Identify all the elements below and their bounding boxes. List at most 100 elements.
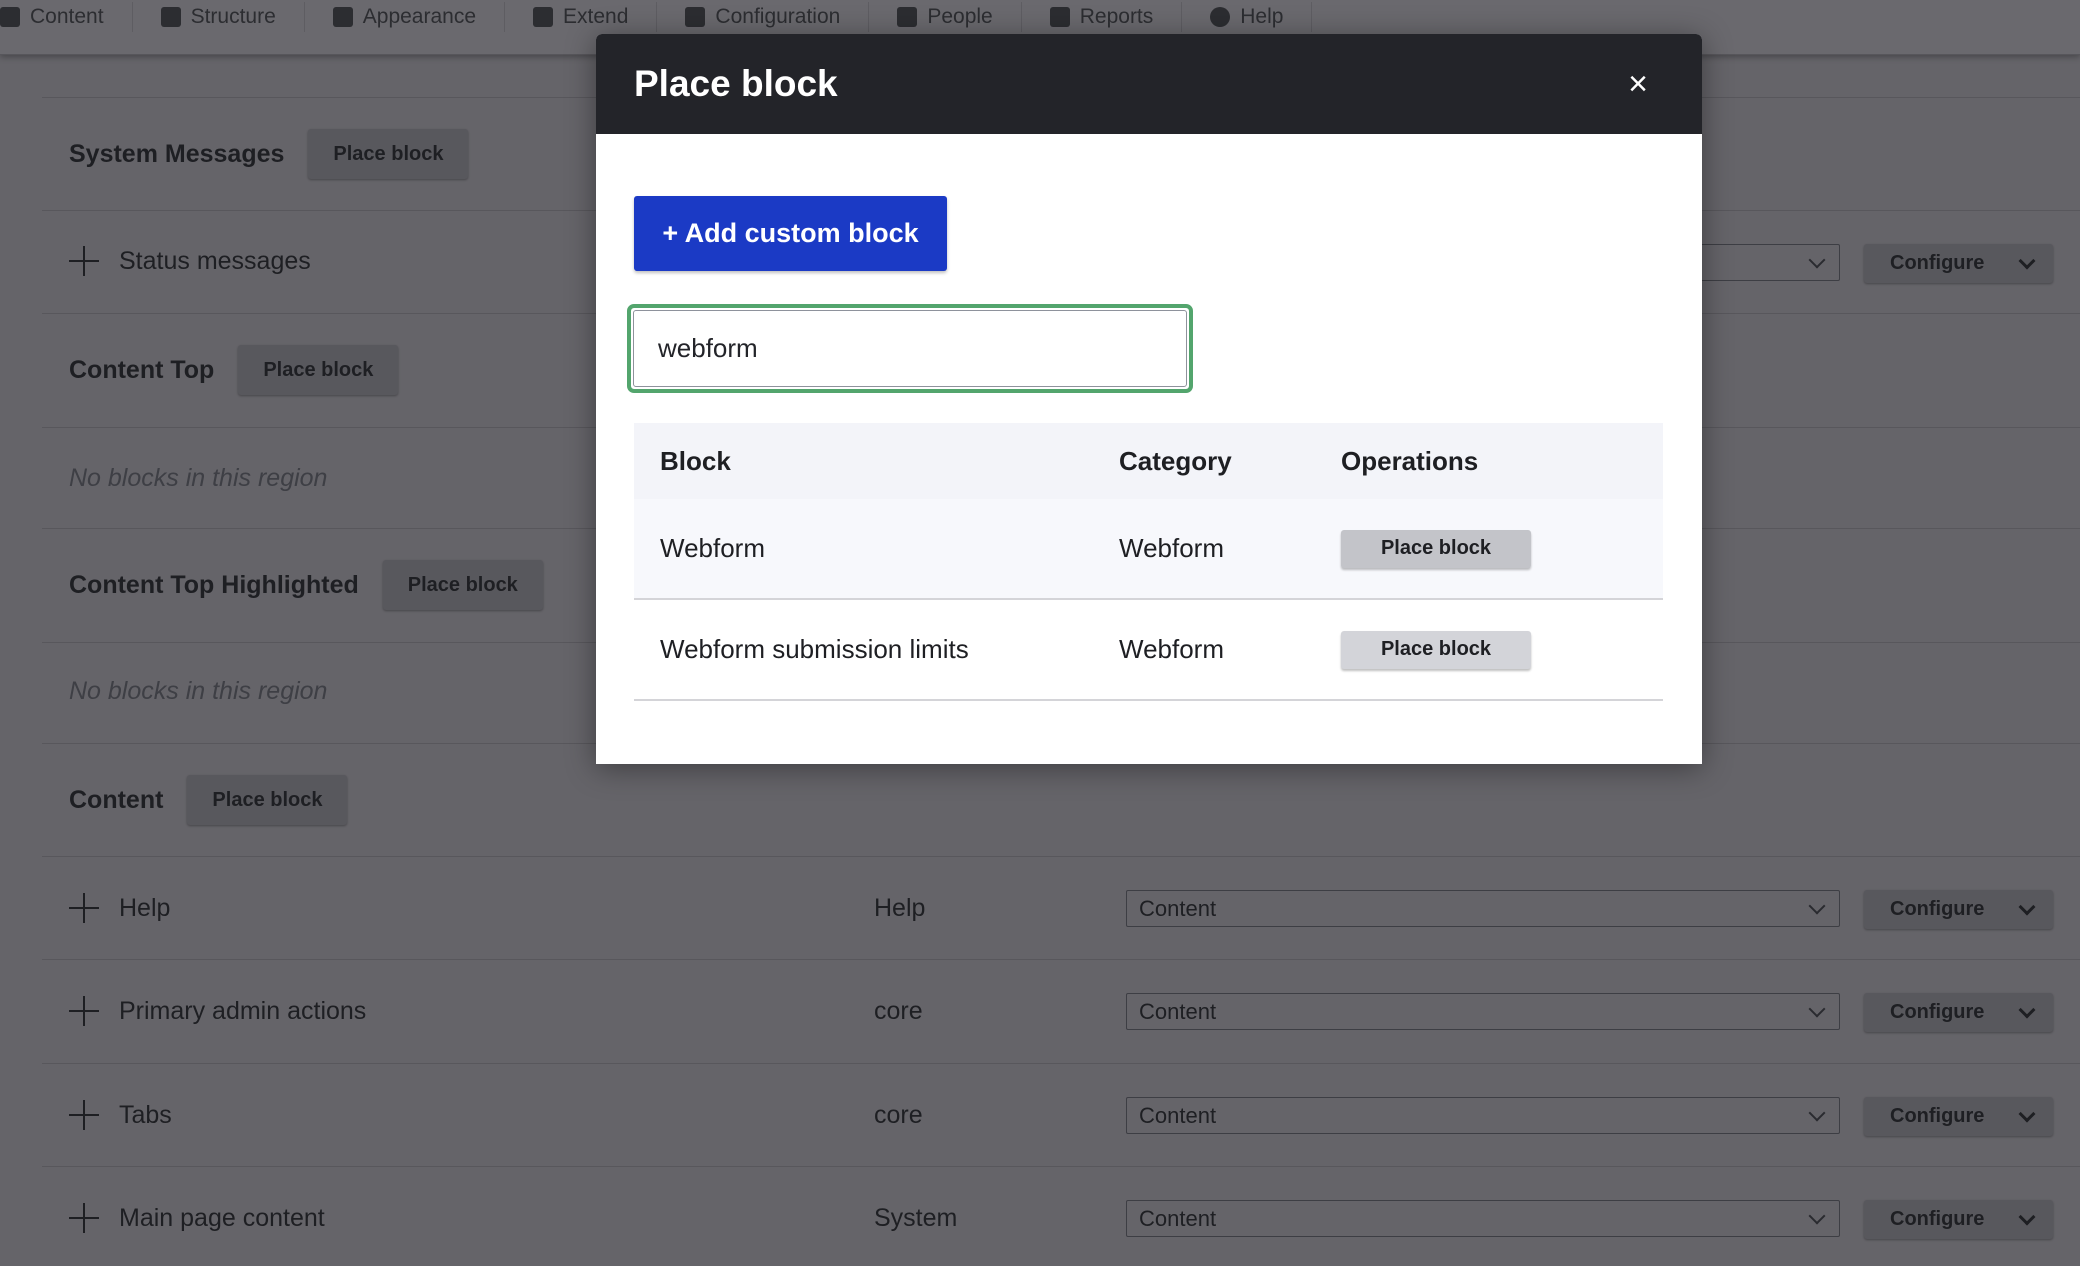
search-focus-ring: [627, 304, 1193, 393]
divider: [42, 959, 2080, 960]
region-select[interactable]: Content: [1126, 890, 1840, 927]
divider: [42, 1166, 2080, 1167]
block-category: Webform: [1119, 533, 1224, 563]
nav-structure[interactable]: Structure: [133, 2, 305, 32]
nav-label: Structure: [190, 5, 276, 28]
nav-people[interactable]: People: [869, 2, 1022, 32]
extend-icon: [533, 7, 554, 27]
place-block-button[interactable]: Place block: [187, 775, 348, 825]
table-header: Block Category Operations: [634, 423, 1663, 499]
structure-icon: [160, 7, 181, 27]
place-block-button[interactable]: Place block: [1341, 630, 1531, 669]
place-block-button[interactable]: Place block: [382, 560, 543, 610]
nav-label: Extend: [563, 5, 629, 28]
divider: [42, 856, 2080, 857]
chevron-down-icon: [1808, 897, 1826, 914]
place-block-button[interactable]: Place block: [308, 129, 469, 179]
dialog-title: Place block: [634, 63, 838, 104]
column-header-category: Category: [1119, 445, 1232, 476]
chevron-down-icon[interactable]: [2018, 1105, 2036, 1122]
block-name: Webform submission limits: [660, 634, 969, 664]
configure-button[interactable]: Configure: [1864, 890, 2053, 929]
region-content-top: Content Top Place block: [69, 345, 399, 395]
region-title: Content Top: [69, 355, 215, 384]
nav-extend[interactable]: Extend: [505, 2, 658, 32]
dialog-header: Place block ×: [596, 34, 1702, 134]
select-value: Content: [1139, 1205, 1217, 1231]
block-row: Tabs: [69, 1100, 172, 1130]
nav-appearance[interactable]: Appearance: [305, 2, 506, 32]
column-header-block: Block: [660, 445, 731, 476]
nav-configuration[interactable]: Configuration: [657, 2, 870, 32]
nav-help[interactable]: Help: [1182, 2, 1313, 32]
block-filter-input[interactable]: [633, 310, 1187, 387]
select-value: Content: [1139, 1102, 1217, 1128]
block-name: Webform: [660, 533, 765, 563]
nav-content[interactable]: Content: [0, 2, 133, 32]
wrench-icon: [685, 7, 706, 27]
drag-handle-icon[interactable]: [69, 893, 99, 923]
region-title: Content Top Highlighted: [69, 570, 359, 599]
nav-label: People: [927, 5, 993, 28]
chevron-down-icon[interactable]: [2018, 1001, 2036, 1018]
nav-label: Reports: [1079, 5, 1154, 28]
region-select[interactable]: Content: [1126, 993, 1840, 1030]
appearance-icon: [332, 7, 353, 27]
region-content: Content Place block: [69, 775, 348, 825]
nav-label: Content: [30, 5, 104, 28]
chevron-down-icon: [1808, 1104, 1826, 1121]
add-custom-block-button[interactable]: + Add custom block: [634, 196, 947, 271]
divider: [42, 1063, 2080, 1064]
configure-button[interactable]: Configure: [1864, 1200, 2053, 1239]
region-select[interactable]: Content: [1126, 1200, 1840, 1237]
block-category: System: [874, 1204, 958, 1232]
place-block-button[interactable]: Place block: [1341, 529, 1531, 568]
block-category: Webform: [1119, 634, 1224, 664]
block-row: Primary admin actions: [69, 996, 366, 1026]
table-row: Webform submission limits Webform Place …: [634, 600, 1663, 701]
block-row: Status messages: [69, 246, 311, 276]
chevron-down-icon[interactable]: [2018, 252, 2036, 269]
block-category: core: [874, 1101, 923, 1129]
people-icon: [897, 7, 918, 27]
block-table: Block Category Operations Webform Webfor…: [634, 423, 1663, 701]
place-block-button[interactable]: Place block: [238, 345, 399, 395]
drag-handle-icon[interactable]: [69, 1203, 99, 1233]
block-label: Primary admin actions: [119, 996, 367, 1025]
chevron-down-icon: [1808, 1207, 1826, 1224]
region-title: Content: [69, 785, 164, 814]
configure-button[interactable]: Configure: [1864, 244, 2053, 283]
configure-button[interactable]: Configure: [1864, 1097, 2053, 1136]
drag-handle-icon[interactable]: [69, 996, 99, 1026]
reports-icon: [1049, 7, 1070, 27]
nav-label: Appearance: [362, 5, 477, 28]
region-select[interactable]: Content: [1126, 1097, 1840, 1134]
table-row: Webform Webform Place block: [634, 499, 1663, 600]
drag-handle-icon[interactable]: [69, 1100, 99, 1130]
nav-reports[interactable]: Reports: [1022, 2, 1183, 32]
select-value: Content: [1139, 998, 1217, 1024]
close-icon[interactable]: ×: [1628, 65, 1648, 104]
region-content-top-highlighted: Content Top Highlighted Place block: [69, 560, 543, 610]
block-label: Status messages: [119, 246, 311, 275]
region-title: System Messages: [69, 139, 285, 168]
block-category: Help: [874, 894, 926, 922]
select-value: Content: [1139, 895, 1217, 921]
drag-handle-icon[interactable]: [69, 246, 99, 276]
nav-label: Configuration: [715, 5, 841, 28]
block-row: Main page content: [69, 1203, 325, 1233]
configure-label: Configure: [1890, 1001, 1985, 1023]
configure-button[interactable]: Configure: [1864, 993, 2053, 1032]
empty-region-text: No blocks in this region: [69, 677, 328, 705]
nav-label: Help: [1240, 5, 1284, 28]
help-icon: [1210, 7, 1231, 27]
region-system-messages: System Messages Place block: [69, 129, 469, 179]
content-icon: [0, 7, 20, 27]
column-header-operations: Operations: [1341, 445, 1479, 476]
place-block-dialog: Place block × + Add custom block Block C…: [596, 34, 1702, 764]
chevron-down-icon[interactable]: [2018, 1208, 2036, 1225]
chevron-down-icon[interactable]: [2018, 898, 2036, 915]
configure-label: Configure: [1890, 1208, 1985, 1230]
block-label: Main page content: [119, 1203, 325, 1232]
block-label: Tabs: [119, 1100, 172, 1129]
